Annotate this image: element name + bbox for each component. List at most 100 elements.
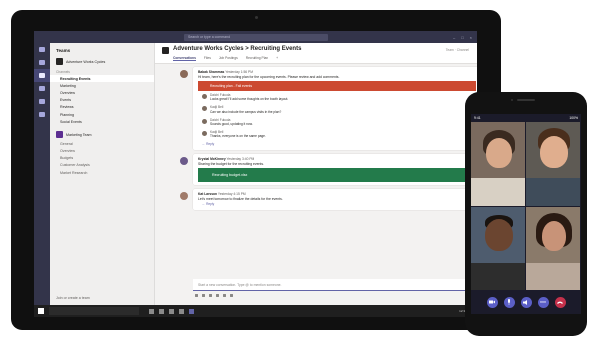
teams-app-icon[interactable] [189,308,194,314]
minimize-button[interactable]: – [453,35,455,40]
calendar-icon[interactable] [34,82,50,95]
message-card: Babak Shammas Yesterday 1:56 PM Hi team,… [180,67,477,150]
participant-shirt [526,263,580,291]
files-icon[interactable] [34,108,50,121]
compose-box[interactable]: Start a new conversation. Type @ to ment… [193,279,477,291]
channel-reviews[interactable]: Reviews [50,104,154,111]
compose-toolbar [195,294,233,297]
explorer-icon[interactable] [169,308,174,314]
participant-shirt [471,263,525,291]
attach-icon[interactable] [202,294,205,297]
channel-overview-2[interactable]: Overview [50,148,154,155]
phone-device: 9:41 100% [465,92,587,336]
avatar [202,106,207,112]
reply-item: Kadji Bell Thanks, everyone is on the sam… [198,128,476,140]
participant-shirt [471,178,525,206]
task-view-icon[interactable] [149,308,154,314]
channel-customer-analysis[interactable]: Customer Analysis [50,162,154,169]
team-name: Marketing Team [66,132,92,137]
participant-shirt [526,178,580,206]
channel-tabs: Conversations Files Job Postings Recruit… [173,56,278,61]
teams-icon[interactable] [34,69,50,82]
channel-events[interactable]: Events [50,97,154,104]
channel-general[interactable]: General [50,140,154,147]
team-item-adventure-works[interactable]: Adventure Works Cycles [50,56,154,67]
close-button[interactable]: × [470,35,472,40]
window-controls: – □ × [453,35,472,40]
chat-icon[interactable] [34,56,50,69]
channel-marketing[interactable]: Marketing [50,82,154,89]
channel-title: Adventure Works Cycles > Recruiting Even… [173,46,302,52]
windows-start-icon[interactable] [38,308,44,314]
message-meta: Krystal McKinney Yesterday 3:40 PM [198,157,476,161]
video-participant-tile[interactable] [471,207,525,291]
emoji-icon[interactable] [209,294,212,297]
taskbar-search-box[interactable] [49,307,139,315]
maximize-button[interactable]: □ [461,35,463,40]
reply-link[interactable]: ← Reply [198,141,476,147]
phone-camera [511,99,513,101]
gif-icon[interactable] [216,294,219,297]
participant-face [486,138,512,168]
tab-recruiting-plan[interactable]: Recruiting Plan [246,56,268,61]
phone-speaker [517,99,535,101]
hang-up-icon [557,301,563,304]
store-icon[interactable] [179,308,184,314]
add-tab-button[interactable]: + [276,56,278,61]
participant-face [485,219,513,251]
message-author: Babak Shammas [198,70,225,74]
channel-social-events[interactable]: Social Events [50,118,154,125]
tab-job-postings[interactable]: Job Postings [219,56,238,61]
status-battery: 100% [569,116,578,120]
windows-taskbar: 12:30 PM [34,305,477,317]
video-participant-tile[interactable] [471,122,525,206]
more-options-button[interactable] [537,296,549,308]
taskbar-apps [149,308,194,314]
video-camera-icon [489,300,495,304]
video-participant-tile[interactable] [526,207,580,291]
reply-text: Sounds good, updating it now. [210,122,253,127]
join-create-team-link[interactable]: Join or create a team [56,296,90,300]
video-participant-tile[interactable] [526,122,580,206]
message-time: Yesterday 1:56 PM [225,70,253,74]
mute-button[interactable] [503,296,515,308]
tab-files[interactable]: Files [204,56,211,61]
channel-recruiting-events[interactable]: Recruiting Events [50,75,154,83]
teams-panel: Teams Adventure Works Cycles Channels Re… [50,43,155,305]
team-item-marketing[interactable]: Marketing Team [50,129,154,140]
tab-conversations[interactable]: Conversations [173,56,196,61]
message-text: Sharing the budget for the recruiting ev… [198,161,264,166]
command-search-box[interactable]: Search or type a command [184,33,328,41]
hang-up-button[interactable] [554,296,566,308]
calls-icon[interactable] [34,95,50,108]
channel-overview[interactable]: Overview [50,89,154,96]
tablet-screen: Search or type a command – □ × Teams Adv… [34,31,477,317]
channel-planning[interactable]: Planning [50,111,154,118]
message-time: Yesterday 3:40 PM [226,156,255,161]
avatar [202,94,207,99]
edge-icon[interactable] [159,308,164,314]
plan-card-banner[interactable]: Recruiting plan - Fall events [198,81,476,91]
team-logo-icon [56,58,63,65]
file-card-banner[interactable]: Recruiting budget.xlsx [198,167,476,182]
channel-budgets[interactable]: Budgets [50,155,154,162]
activity-icon[interactable] [34,43,50,56]
meet-now-icon[interactable] [230,294,233,297]
phone-status-bar: 9:41 100% [471,114,581,122]
speaker-button[interactable] [520,296,532,308]
reply-link[interactable]: ← Reply [198,201,476,207]
message-card: Kat Larsson Yesterday 4:15 PM Let's meet… [180,188,477,210]
reply-item: Kadji Bell Can we also include the campus… [198,103,476,115]
camera-toggle-button[interactable] [486,296,498,308]
channel-market-research[interactable]: Market Research [50,169,154,176]
format-icon[interactable] [195,294,198,297]
message-time: Yesterday 4:15 PM [217,191,246,196]
conversation-feed: Babak Shammas Yesterday 1:56 PM Hi team,… [180,67,477,214]
app-rail [34,43,50,305]
reply-item: Daichi Fukuda Sounds good, updating it no… [198,116,476,128]
sticker-icon[interactable] [223,294,226,297]
avatar [180,70,188,78]
reply-text: Can we also include the campus visits in… [210,109,282,114]
teams-panel-header: Teams [56,48,71,53]
microphone-icon [508,299,510,305]
